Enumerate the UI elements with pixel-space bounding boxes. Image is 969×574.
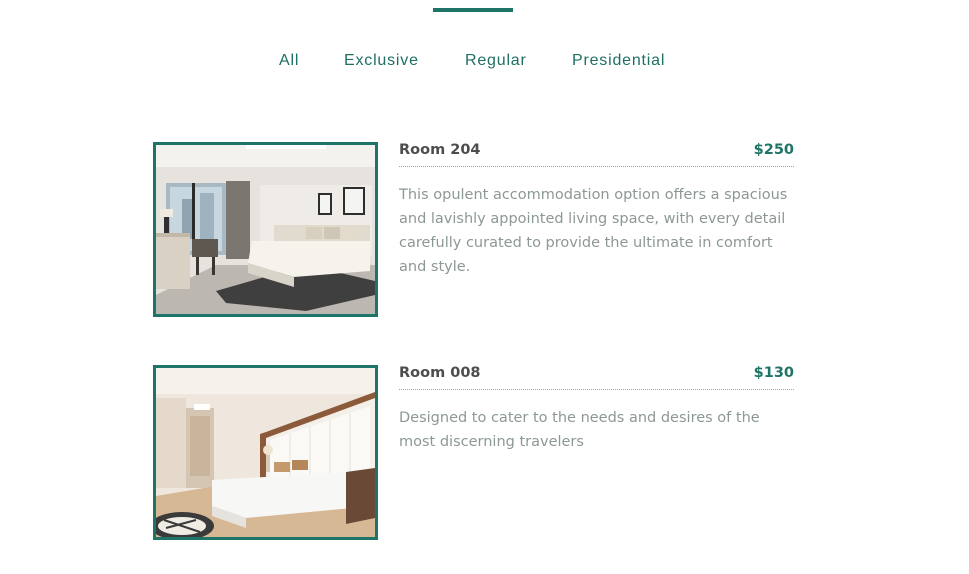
tab-all[interactable]: All	[279, 51, 299, 71]
room-photo[interactable]	[153, 365, 378, 540]
section-accent-bar	[433, 8, 513, 12]
room-price: $130	[753, 365, 794, 381]
room-info: Room 008 $130 Designed to cater to the n…	[399, 365, 794, 454]
room-description: This opulent accommodation option offers…	[399, 187, 788, 275]
room-card: Room 204 $250 This opulent accommodation…	[153, 142, 794, 317]
room-204-image	[156, 145, 375, 314]
room-info: Room 204 $250 This opulent accommodation…	[399, 142, 794, 279]
tab-exclusive[interactable]: Exclusive	[344, 51, 419, 71]
room-card: Room 008 $130 Designed to cater to the n…	[153, 365, 794, 540]
room-photo[interactable]	[153, 142, 378, 317]
room-name[interactable]: Room 204	[399, 142, 481, 159]
room-price: $250	[753, 142, 794, 158]
tab-presidential[interactable]: Presidential	[572, 51, 665, 71]
room-description: Designed to cater to the needs and desir…	[399, 410, 760, 450]
room-header: Room 008 $130	[399, 365, 794, 390]
room-name[interactable]: Room 008	[399, 365, 481, 382]
room-008-image	[156, 368, 375, 537]
tab-regular[interactable]: Regular	[465, 51, 527, 71]
room-filter-tabs: All Exclusive Regular Presidential	[0, 51, 969, 73]
room-header: Room 204 $250	[399, 142, 794, 167]
